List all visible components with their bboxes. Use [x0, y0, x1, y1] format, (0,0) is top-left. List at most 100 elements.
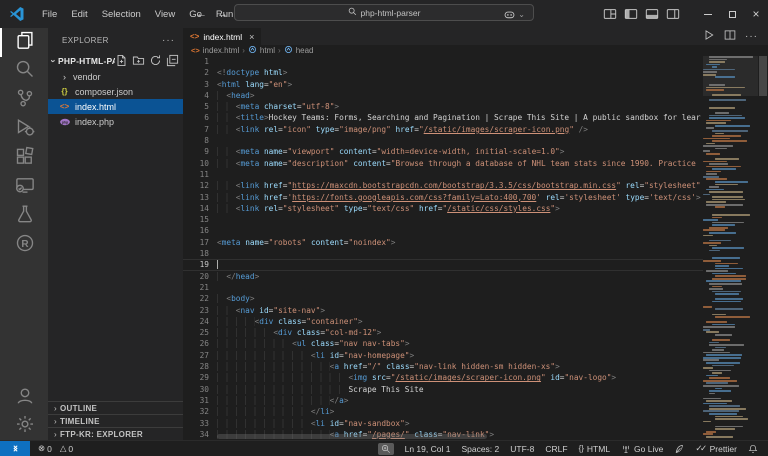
- copilot-button[interactable]: ⌄: [503, 8, 525, 21]
- extensions-icon: [15, 146, 35, 171]
- settings-button[interactable]: [0, 412, 48, 440]
- collapse-all-button[interactable]: [166, 54, 179, 67]
- tree-item-index-html[interactable]: <>index.html: [48, 99, 183, 114]
- account-button[interactable]: [0, 384, 48, 412]
- notifications-status[interactable]: [748, 444, 758, 454]
- menu-view[interactable]: View: [148, 0, 182, 28]
- forward-button[interactable]: →: [217, 8, 228, 20]
- symbol-icon: [284, 45, 293, 56]
- line-content: [209, 259, 703, 270]
- line-content: [209, 214, 703, 225]
- line-content: <div class="col-md-12">: [209, 327, 703, 338]
- toggle-panel-button[interactable]: [645, 7, 659, 21]
- toggle-primary-sidebar-button[interactable]: [624, 7, 638, 21]
- line-number: 12: [183, 180, 209, 191]
- minimize-button[interactable]: [696, 0, 720, 28]
- code-line-32: 32 </li>: [183, 406, 703, 417]
- code-line-23: 23 <nav id="site-nav">: [183, 305, 703, 316]
- activity-r-extension-button[interactable]: R: [0, 231, 48, 260]
- language-mode-status[interactable]: {}HTML: [579, 444, 610, 454]
- close-button[interactable]: ×: [744, 0, 768, 28]
- menu-selection[interactable]: Selection: [95, 0, 148, 28]
- line-number: 30: [183, 384, 209, 395]
- search-icon: [15, 59, 35, 84]
- line-content: Scrape This Site: [209, 384, 703, 395]
- run-button[interactable]: [703, 28, 715, 46]
- split-editor-button[interactable]: [724, 28, 736, 46]
- breadcrumb-file[interactable]: <> index.html: [191, 46, 239, 55]
- line-number: 7: [183, 124, 209, 135]
- code-line-27: 27 <li id="nav-homepage">: [183, 350, 703, 361]
- line-content: <meta name="robots" content="noindex">: [209, 237, 703, 248]
- editor-more-actions-button[interactable]: ···: [745, 31, 758, 42]
- text-cursor: [217, 260, 218, 269]
- code-line-9: 9 <meta name="viewport" content="width=d…: [183, 146, 703, 157]
- eol-status[interactable]: CRLF: [545, 444, 567, 454]
- code-line-17: 17<meta name="robots" content="noindex">: [183, 237, 703, 248]
- explorer-more-actions-button[interactable]: ···: [162, 35, 175, 46]
- minimap[interactable]: [703, 56, 758, 440]
- code-editor[interactable]: 12<!doctype html>3<html lang="en">4 <hea…: [183, 56, 768, 440]
- chevron-expanded-icon: ›: [49, 59, 59, 62]
- activity-explorer-button[interactable]: [0, 28, 48, 57]
- line-number: 27: [183, 350, 209, 361]
- cursor-position-status[interactable]: Ln 19, Col 1: [405, 444, 451, 454]
- chevron-down-icon: ⌄: [518, 10, 525, 19]
- section-outline[interactable]: ›OUTLINE: [48, 401, 183, 414]
- line-content: <body>: [209, 293, 703, 304]
- line-number: 21: [183, 282, 209, 293]
- tree-item-index-php[interactable]: phpindex.php: [48, 114, 183, 129]
- code-line-22: 22 <body>: [183, 293, 703, 304]
- new-folder-button[interactable]: [132, 54, 145, 67]
- search-icon: [348, 7, 357, 18]
- code-line-4: 4 <head>: [183, 90, 703, 101]
- indentation-status[interactable]: Spaces: 2: [461, 444, 499, 454]
- tab-index-html[interactable]: <> index.html ×: [183, 28, 261, 45]
- tree-item-composer-json[interactable]: {}composer.json: [48, 84, 183, 99]
- explorer-root-folder[interactable]: › PHP-HTML-PARSER: [48, 52, 183, 69]
- command-center-search[interactable]: php-html-parser: [234, 4, 534, 21]
- vertical-scrollbar-slider[interactable]: [759, 56, 767, 96]
- toggle-secondary-sidebar-button[interactable]: [666, 7, 680, 21]
- prettier-status[interactable]: ✓✓Prettier: [695, 443, 737, 454]
- activity-search-button[interactable]: [0, 57, 48, 86]
- line-number: 9: [183, 146, 209, 157]
- encoding-status[interactable]: UTF-8: [510, 444, 534, 454]
- section-ftp-kr--explorer[interactable]: ›FTP-KR: EXPLORER: [48, 427, 183, 440]
- line-content: <html lang="en">: [209, 79, 703, 90]
- bell-icon: [748, 444, 758, 454]
- new-file-button[interactable]: [115, 54, 128, 67]
- line-content: [209, 56, 703, 67]
- remote-indicator[interactable]: [0, 441, 30, 456]
- flask-icon: [15, 204, 35, 229]
- close-tab-icon[interactable]: ×: [249, 32, 254, 42]
- customize-layout-button[interactable]: [603, 7, 617, 21]
- problems-status[interactable]: ⊗0 △0: [38, 443, 73, 454]
- section-timeline[interactable]: ›TIMELINE: [48, 414, 183, 427]
- go-live-status[interactable]: Go Live: [621, 444, 663, 454]
- monitor-icon: [15, 175, 35, 200]
- feather-status[interactable]: [674, 444, 684, 454]
- html-file-icon: <>: [58, 102, 71, 111]
- line-number: 20: [183, 271, 209, 282]
- code-line-20: 20 </head>: [183, 271, 703, 282]
- menu-file[interactable]: File: [35, 0, 64, 28]
- maximize-button[interactable]: [720, 0, 744, 28]
- breadcrumb-head[interactable]: head: [284, 45, 314, 56]
- activity-source-control-button[interactable]: [0, 86, 48, 115]
- breadcrumb-html[interactable]: html: [248, 45, 275, 56]
- tree-item-vendor[interactable]: ›vendor: [48, 69, 183, 84]
- zoom-status-status[interactable]: [378, 443, 394, 455]
- refresh-button[interactable]: [149, 54, 162, 67]
- html-file-icon: <>: [191, 46, 200, 55]
- vertical-scrollbar[interactable]: [758, 56, 768, 440]
- activity-remote-explorer-button[interactable]: [0, 173, 48, 202]
- back-button[interactable]: ←: [196, 8, 207, 20]
- activity-testing-button[interactable]: [0, 202, 48, 231]
- menu-bar: FileEditSelectionViewGoRun···: [35, 0, 264, 28]
- activity-extensions-button[interactable]: [0, 144, 48, 173]
- menu-edit[interactable]: Edit: [64, 0, 94, 28]
- activity-run-debug-button[interactable]: [0, 115, 48, 144]
- code-line-29: 29 <img src="/static/images/scraper-icon…: [183, 372, 703, 383]
- horizontal-scrollbar[interactable]: [217, 434, 487, 439]
